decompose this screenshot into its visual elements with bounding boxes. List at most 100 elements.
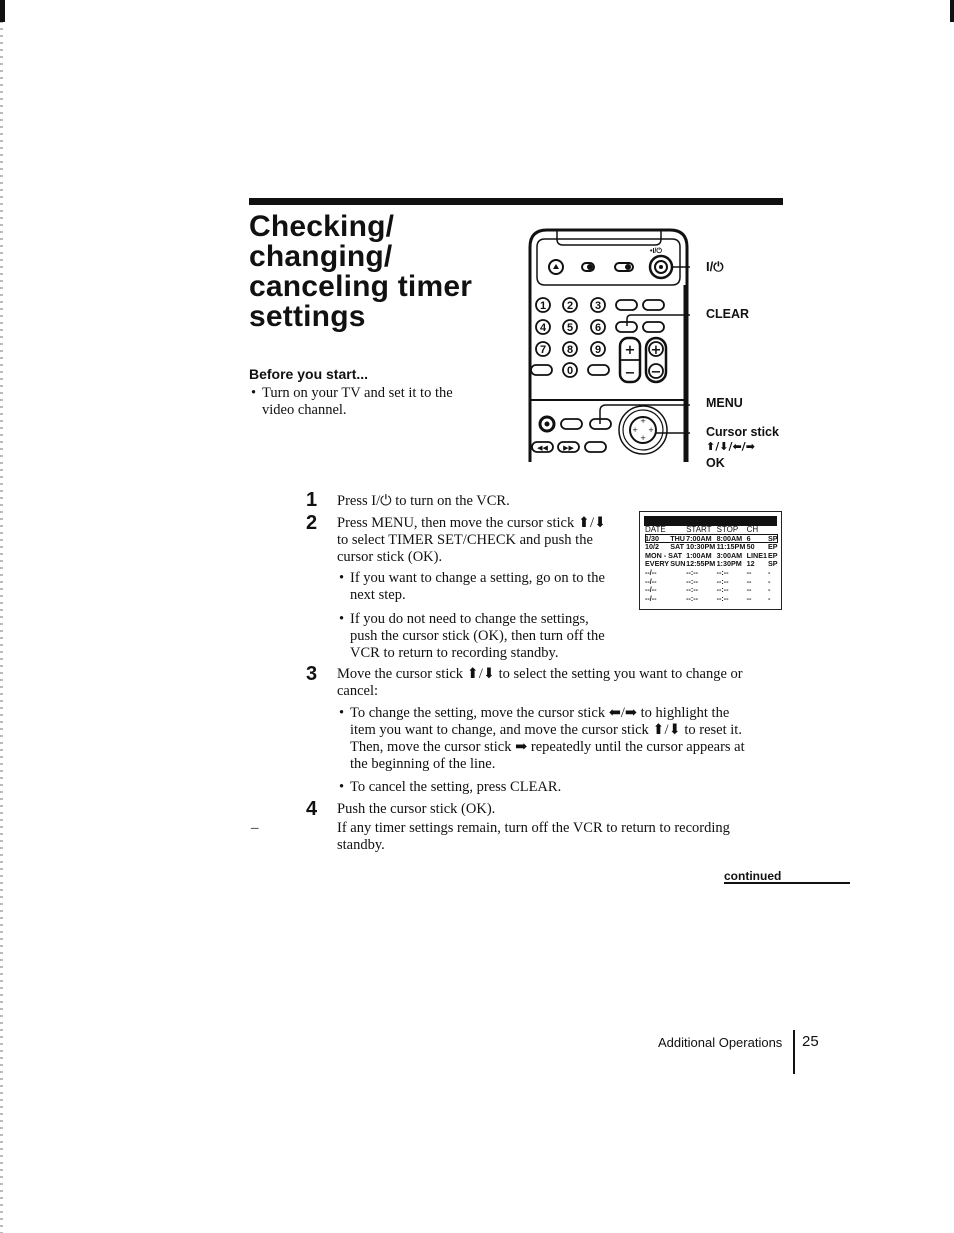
item-text: Turn on your TV and set it to the [262,385,453,401]
ok-callout-label: OK [706,456,725,470]
cursor-stick-callout-label: Cursor stick [706,425,779,439]
svg-text:4: 4 [540,322,547,334]
minus-icon: − [651,365,662,380]
text-line: If you do not need to change the setting… [350,611,589,627]
digit-key-9: 9 [590,341,606,357]
timer-row: --/-- --:-- --:-- -- - [645,577,778,587]
timer-list-screen: DATE START STOP CH 1/30 THU 7:00AM 8:00AM 6 S… [639,511,782,610]
oval-key [615,299,638,311]
svg-text:8: 8 [567,344,573,356]
digit-key-3: 3 [590,297,606,313]
svg-text:1: 1 [540,300,546,312]
text-line: To cancel the setting, press CLEAR. [350,779,562,795]
oval-key [584,441,607,453]
svg-text:0: 0 [567,365,573,377]
power-callout-label: I/⏻ [706,259,724,274]
svg-text:▶▶: ▶▶ [563,444,574,452]
minus-icon: − [625,366,636,381]
text-line: the beginning of the line. [350,756,496,772]
text-line: item you want to change, and move the cu… [350,722,742,738]
scan-mark-left [0,0,5,22]
timer-row: --/-- --:-- --:-- -- - [645,593,778,604]
step-number: 1 [306,489,318,511]
svg-text:5: 5 [567,322,573,334]
timer-stop: --:-- [716,593,729,603]
svg-text:+: + [640,434,646,442]
oval-key [642,299,665,311]
oval-key [642,321,665,333]
timer-table: DATE START STOP CH 1/30 THU 7:00AM 8:00AM 6 S… [645,525,778,604]
section-top-rule [249,198,783,205]
title-line: Checking/ [249,210,395,243]
text-line: Press MENU, then move the cursor stick ⬆… [337,515,607,531]
step-number: 3 [306,663,318,685]
step-4-text: Push the cursor stick (OK). [337,801,496,817]
continued-label: continued [724,869,782,883]
continued-rule [724,882,850,884]
text-line: to select TIMER SET/CHECK and push the [337,532,593,548]
title-line: changing/ [249,240,393,273]
text-line: VCR to return to recording standby. [350,645,559,661]
svg-text:+: + [640,417,646,425]
timer-day: SUN [670,559,686,569]
digit-key-5: 5 [562,319,578,335]
remote-control-illustration: •I/⏻ 1 2 3 4 5 6 7 8 9 0 + − + − ◀◀ ▶▶ +… [528,228,690,462]
title-line: canceling timer [249,270,473,303]
digit-key-4: 4 [535,319,551,335]
svg-text:3: 3 [595,300,601,312]
step-3-bullet: • To cancel the setting, press CLEAR. [339,779,562,795]
step-number: 4 [306,798,318,820]
text-line: next step. [350,587,406,603]
eject-button-icon [548,259,564,275]
svg-text:7: 7 [540,344,546,356]
digit-key-0: 0 [562,362,578,378]
svg-text:9: 9 [595,344,601,356]
bullet: • [251,385,257,401]
step-1-text: Press I/⏻ to turn on the VCR. [337,493,510,509]
oval-key [530,364,553,376]
step-number: 2 [306,512,318,534]
cursor-stick-ring [618,405,668,455]
timer-channel: -- [746,593,752,603]
power-button-icon [648,254,674,280]
clear-callout-label: CLEAR [706,307,750,321]
tv-vcr-toggle-icon [614,262,634,272]
title-line: settings [249,300,366,333]
step-4-note: If any timer settings remain, turn off t… [337,820,787,854]
text-line: cursor stick (OK). [337,549,443,565]
margin-dash: – [251,820,259,836]
svg-text:+: + [648,426,654,434]
oval-key [587,364,610,376]
svg-text:6: 6 [595,322,601,334]
svg-text:+: + [632,426,638,434]
text-line: To change the setting, move the cursor s… [350,705,730,721]
plus-icon: + [651,343,662,358]
text-line: If any timer settings remain, turn off t… [337,820,730,836]
before-you-start-heading: Before you start... [249,366,369,382]
digit-key-7: 7 [535,341,551,357]
digit-key-1: 1 [535,297,551,313]
input-toggle-icon [581,262,595,272]
timer-start: --:-- [686,593,699,603]
digit-key-2: 2 [562,297,578,313]
plus-icon: + [625,343,636,358]
timer-row: --/-- --:-- --:-- -- - [645,586,778,595]
menu-callout-label: MENU [706,396,743,410]
scan-mark-right [950,0,954,22]
oval-key [560,418,583,430]
step-3-text: Move the cursor stick ⬆/⬇ to select the … [337,666,787,700]
digit-key-8: 8 [562,341,578,357]
text-line: Then, move the cursor stick ➡ repeatedly… [350,739,745,755]
text-line: Move the cursor stick ⬆/⬇ to select the … [337,666,743,682]
text-line: If you want to change a setting, go on t… [350,570,605,586]
item-text: video channel. [262,402,347,418]
arrow-keys-callout-label: ⬆/⬇/⬅/➡ [706,440,755,453]
digit-key-6: 6 [590,319,606,335]
record-button-icon [538,415,556,433]
before-you-start-item: • Turn on your TV and set it to the video… [251,385,481,419]
page-title: Checking/ changing/ canceling timer sett… [249,212,529,332]
step-3-bullet: • To change the setting, move the cursor … [339,705,789,773]
power-small-label: •I/⏻ [650,247,662,255]
timer-row: --/-- --:-- --:-- -- - [645,568,778,578]
page-number: 25 [802,1033,819,1050]
